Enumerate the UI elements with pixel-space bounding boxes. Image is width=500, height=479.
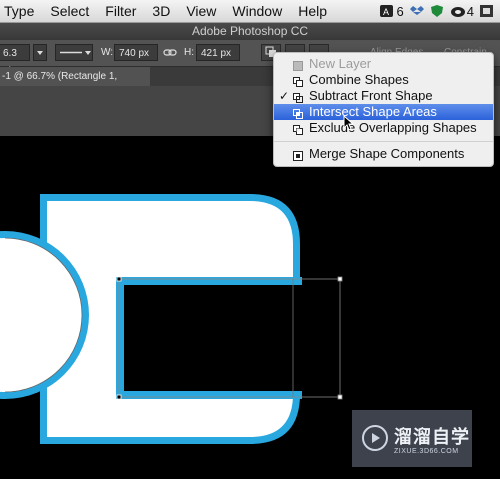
menu-item-label: Combine Shapes	[309, 72, 409, 87]
path-operations-menu: New Layer Combine Shapes ✓ Subtract Fron…	[273, 52, 494, 167]
checkmark-icon: ✓	[279, 89, 290, 103]
menu-item-label: Intersect Shape Areas	[309, 104, 437, 119]
menu-separator	[274, 141, 493, 142]
menu-item-combine-shapes[interactable]: Combine Shapes	[274, 72, 493, 88]
merge-shape-components-icon	[293, 149, 303, 161]
menu-item-new-layer[interactable]: New Layer	[274, 56, 493, 72]
menu-item-exclude-overlapping-shapes[interactable]: Exclude Overlapping Shapes	[274, 120, 493, 136]
menu-item-merge-shape-components[interactable]: Merge Shape Components	[274, 146, 493, 162]
combine-shapes-icon	[293, 75, 303, 87]
watermark: 溜溜自学 ZIXUE.3D66.COM	[352, 410, 472, 467]
new-layer-icon	[293, 59, 303, 71]
watermark-title: 溜溜自学	[394, 427, 470, 447]
subtract-front-shape-icon	[293, 91, 303, 103]
menu-item-label: Merge Shape Components	[309, 146, 465, 161]
menu-item-subtract-front-shape[interactable]: ✓ Subtract Front Shape	[274, 88, 493, 104]
exclude-overlapping-shapes-icon	[293, 123, 303, 135]
play-logo-icon	[362, 425, 388, 451]
menu-item-intersect-shape-areas[interactable]: Intersect Shape Areas	[274, 104, 493, 120]
menu-item-label: Subtract Front Shape	[309, 88, 433, 103]
menu-item-label: Exclude Overlapping Shapes	[309, 120, 477, 135]
watermark-url: ZIXUE.3D66.COM	[394, 448, 459, 455]
cutout-rectangle	[124, 285, 302, 391]
intersect-shape-areas-icon	[293, 107, 303, 119]
mouse-cursor-icon	[343, 115, 355, 131]
menu-item-label: New Layer	[309, 56, 372, 71]
